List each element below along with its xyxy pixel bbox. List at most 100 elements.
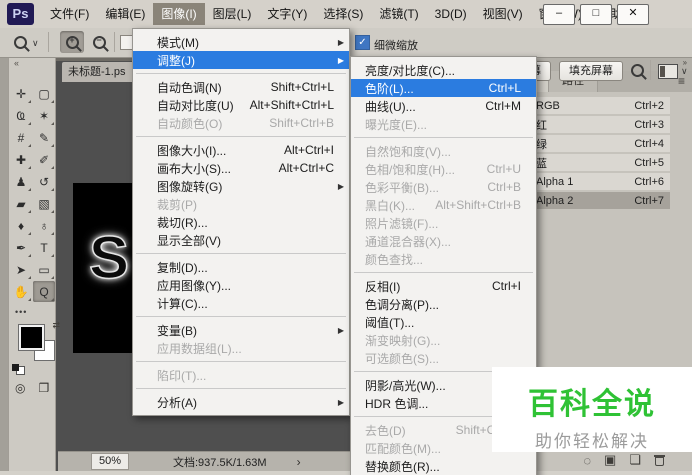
menu-item-black-white[interactable]: 黑白(K)... Alt+Shift+Ctrl+B ▶ <box>351 196 536 214</box>
menu-item-analysis[interactable]: 分析(A) ▶ <box>133 393 349 411</box>
menu-item-calculations[interactable]: 计算(C)... ▶ <box>133 294 349 312</box>
save-selection-icon[interactable]: ▣ <box>604 452 616 468</box>
menu-shortcut: Ctrl+B <box>487 180 521 194</box>
submenu-arrow-icon: ▶ <box>337 325 344 335</box>
menubar-item-filter[interactable]: 滤镜(T) <box>371 3 426 25</box>
menubar-item-type[interactable]: 文字(Y) <box>259 3 315 25</box>
menu-item-duplicate[interactable]: 复制(D)... ▶ <box>133 258 349 276</box>
brush-tool[interactable]: ✐ <box>33 149 55 170</box>
menu-item-image-size[interactable]: 图像大小(I)... Alt+Ctrl+I ▶ <box>133 141 349 159</box>
menu-item-mode[interactable]: 模式(M) ▶ <box>133 33 349 51</box>
menu-item-auto-contrast[interactable]: 自动对比度(U) Alt+Shift+Ctrl+L ▶ <box>133 96 349 114</box>
menu-item-color-lookup[interactable]: 颜色查找... ▶ <box>351 250 536 268</box>
more-tools-icon[interactable]: ••• <box>15 307 27 317</box>
menu-separator <box>136 388 346 389</box>
window-bottom-edge <box>0 471 692 475</box>
workspace-icon[interactable] <box>658 64 678 79</box>
magic-wand-tool[interactable]: ✶ <box>33 105 55 126</box>
history-brush-tool[interactable]: ↺ <box>33 171 55 192</box>
minimize-button[interactable]: – <box>543 4 575 25</box>
menu-item-invert[interactable]: 反相(I) Ctrl+I ▶ <box>351 277 536 295</box>
crop-tool[interactable]: # <box>10 127 32 148</box>
collapse-panel-icon[interactable]: ‹‹ <box>14 58 19 68</box>
menu-item-channel-mixer[interactable]: 通道混合器(X)... ▶ <box>351 232 536 250</box>
menu-item-exposure[interactable]: 曝光度(E)... ▶ <box>351 115 536 133</box>
menu-item-reveal-all[interactable]: 显示全部(V) ▶ <box>133 231 349 249</box>
menu-item-vibrance[interactable]: 自然饱和度(V)... ▶ <box>351 142 536 160</box>
menubar-item-3d[interactable]: 3D(D) <box>427 3 475 25</box>
chevron-down-icon[interactable]: ∨ <box>32 38 39 49</box>
quick-mask-icon[interactable]: ◎ <box>15 381 25 395</box>
dodge-tool[interactable]: ♁ <box>33 215 55 236</box>
foreground-color-swatch[interactable] <box>18 324 45 351</box>
zoom-tool[interactable]: Q <box>33 281 55 302</box>
menu-item-apply-data-set[interactable]: 应用数据组(L)... ▶ <box>133 339 349 357</box>
chevron-down-icon[interactable]: ∨ <box>681 66 688 77</box>
menu-separator <box>136 253 346 254</box>
path-selection-tool[interactable]: ➤ <box>10 259 32 280</box>
menu-item-apply-image[interactable]: 应用图像(Y)... ▶ <box>133 276 349 294</box>
zoom-out-button[interactable]: − <box>87 31 111 53</box>
menu-shortcut: Alt+Ctrl+C <box>278 161 334 175</box>
load-selection-icon[interactable]: ◌ <box>583 453 591 468</box>
menu-item-variables[interactable]: 变量(B) ▶ <box>133 321 349 339</box>
eyedropper-tool[interactable]: ✎ <box>33 127 55 148</box>
menu-item-auto-color[interactable]: 自动颜色(O) Shift+Ctrl+B ▶ <box>133 114 349 132</box>
status-zoom-field[interactable]: 50% <box>91 453 129 470</box>
status-chevron-icon[interactable]: › <box>297 455 301 469</box>
close-button[interactable]: ✕ <box>617 4 649 25</box>
menu-item-canvas-size[interactable]: 画布大小(S)... Alt+Ctrl+C ▶ <box>133 159 349 177</box>
eraser-tool[interactable]: ▰ <box>10 193 32 214</box>
zoom-in-button[interactable]: + <box>60 31 84 53</box>
pen-tool[interactable]: ✒ <box>10 237 32 258</box>
menu-shortcut: Shift+Ctrl+L <box>270 80 334 94</box>
new-channel-icon[interactable]: ❏ <box>629 452 641 468</box>
blur-tool[interactable]: ♦ <box>10 215 32 236</box>
menu-item-auto-tone[interactable]: 自动色调(N) Shift+Ctrl+L ▶ <box>133 78 349 96</box>
menu-shortcut: Alt+Ctrl+I <box>283 143 334 157</box>
menu-item-trim[interactable]: 裁切(R)... ▶ <box>133 213 349 231</box>
photoshop-logo-icon: Ps <box>7 3 34 25</box>
menu-item-adjustments[interactable]: 调整(J) ▶ <box>133 51 349 69</box>
type-tool[interactable]: T <box>33 237 55 258</box>
menubar-item-edit[interactable]: 编辑(E) <box>97 3 153 25</box>
rectangle-tool[interactable]: ▭ <box>33 259 55 280</box>
maximize-button[interactable]: □ <box>580 4 612 25</box>
watermark-title: 百科全说 <box>528 388 656 421</box>
lasso-tool[interactable]: Ҩ <box>10 105 32 126</box>
menu-item-posterize[interactable]: 色调分离(P)... ▶ <box>351 295 536 313</box>
menu-item-replace-color[interactable]: 替换颜色(R)... ▶ <box>351 457 536 475</box>
fill-screen-button[interactable]: 填充屏幕 <box>559 61 623 81</box>
rectangular-marquee-tool[interactable]: ▢ <box>33 83 55 104</box>
menu-item-trap[interactable]: 陷印(T)... ▶ <box>133 366 349 384</box>
screen-mode-icon[interactable]: ❐ <box>38 381 49 395</box>
menu-item-selective-color[interactable]: 可选颜色(S)... ▶ <box>351 349 536 367</box>
delete-channel-icon[interactable] <box>654 454 665 466</box>
zoom-tool-preset-icon[interactable] <box>14 36 27 49</box>
menu-item-hue-saturation[interactable]: 色相/饱和度(H)... Ctrl+U ▶ <box>351 160 536 178</box>
move-tool[interactable]: ✛ <box>10 83 32 104</box>
menu-item-levels[interactable]: 色阶(L)... Ctrl+L ▶ <box>351 79 536 97</box>
swap-colors-icon[interactable]: ⇄ <box>52 320 60 331</box>
clone-stamp-tool[interactable]: ♟ <box>10 171 32 192</box>
menu-item-crop[interactable]: 裁剪(P) ▶ <box>133 195 349 213</box>
menu-item-curves[interactable]: 曲线(U)... Ctrl+M ▶ <box>351 97 536 115</box>
menu-item-gradient-map[interactable]: 渐变映射(G)... ▶ <box>351 331 536 349</box>
menu-item-image-rotation[interactable]: 图像旋转(G) ▶ <box>133 177 349 195</box>
menubar-item-file[interactable]: 文件(F) <box>42 3 97 25</box>
menubar-item-layer[interactable]: 图层(L) <box>205 3 260 25</box>
menubar-item-select[interactable]: 选择(S) <box>315 3 371 25</box>
search-icon[interactable] <box>631 64 644 77</box>
menu-item-color-balance[interactable]: 色彩平衡(B)... Ctrl+B ▶ <box>351 178 536 196</box>
scrubby-zoom-checkbox[interactable]: ✓ <box>355 35 370 50</box>
hand-tool[interactable]: ✋ <box>10 281 32 302</box>
menu-item-photo-filter[interactable]: 照片滤镜(F)... ▶ <box>351 214 536 232</box>
menubar-item-image[interactable]: 图像(I) <box>153 3 205 25</box>
image-menu-dropdown: 模式(M) ▶ 调整(J) ▶ 自动色调(N) Shift+Ctrl+L ▶ 自… <box>132 28 350 416</box>
menubar-item-view[interactable]: 视图(V) <box>475 3 531 25</box>
gradient-tool[interactable]: ▧ <box>33 193 55 214</box>
menu-item-brightness-contrast[interactable]: 亮度/对比度(C)... ▶ <box>351 61 536 79</box>
menu-item-threshold[interactable]: 阈值(T)... ▶ <box>351 313 536 331</box>
spot-healing-brush-tool[interactable]: ✚ <box>10 149 32 170</box>
default-colors-icon[interactable] <box>12 364 19 371</box>
